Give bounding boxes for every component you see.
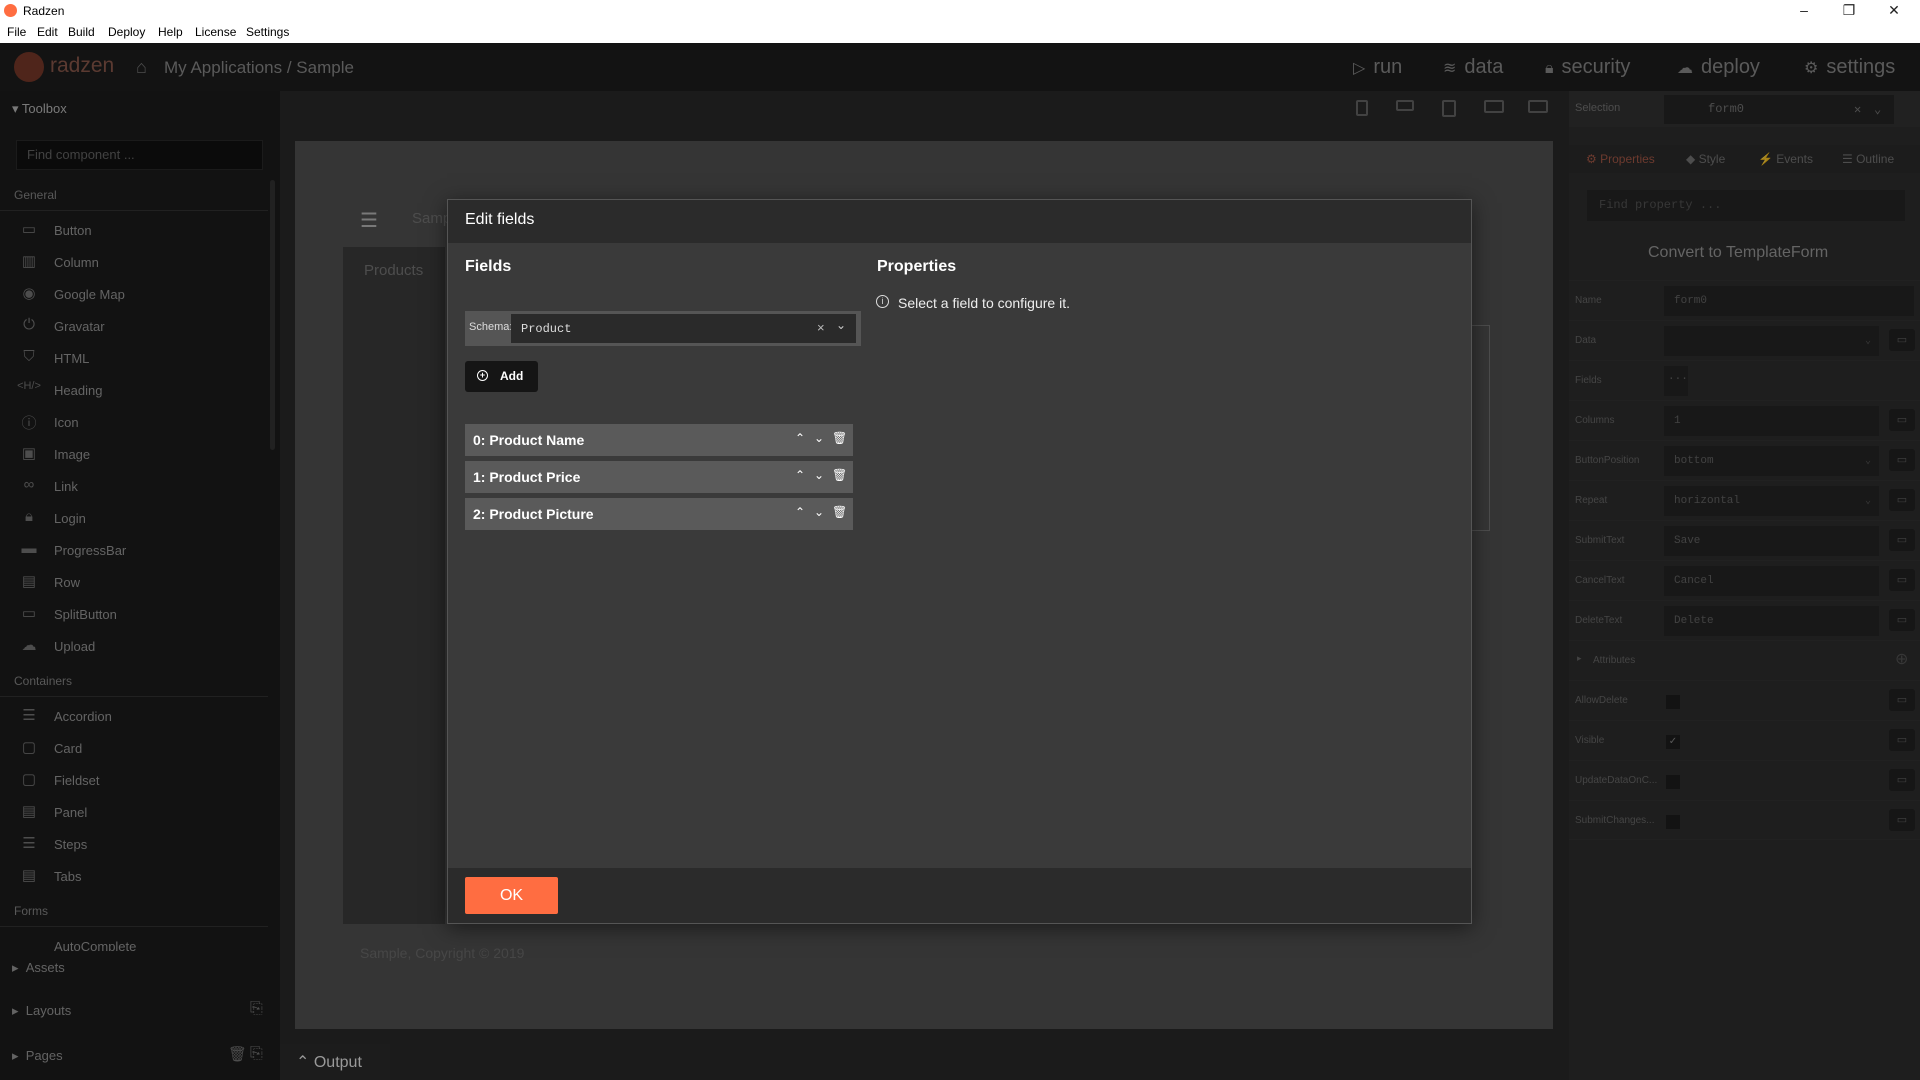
- fields-heading: Fields: [465, 258, 512, 275]
- maximize-button[interactable]: ❐: [1829, 2, 1869, 19]
- menu-settings[interactable]: Settings: [246, 25, 289, 39]
- menu-bar: File Edit Build Deploy Help License Sett…: [0, 22, 1920, 43]
- menu-edit[interactable]: Edit: [37, 25, 58, 39]
- move-down-icon[interactable]: ⌄: [814, 468, 824, 482]
- chevron-down-icon[interactable]: ⌄: [836, 318, 846, 332]
- menu-help[interactable]: Help: [158, 25, 183, 39]
- title-bar: Radzen – ❐ ✕: [0, 0, 1920, 22]
- menu-file[interactable]: File: [7, 25, 26, 39]
- trash-icon[interactable]: 🗑︎: [832, 431, 847, 445]
- menu-license[interactable]: License: [195, 25, 236, 39]
- output-label[interactable]: ⌃ Output: [296, 1052, 362, 1072]
- schema-label: Schema:: [469, 321, 513, 333]
- field-row[interactable]: 2: Product Picture ⌃ ⌄ 🗑︎: [465, 498, 853, 530]
- clear-icon[interactable]: ×: [817, 320, 825, 335]
- move-down-icon[interactable]: ⌄: [814, 505, 824, 519]
- move-up-icon[interactable]: ⌃: [795, 468, 805, 482]
- menu-deploy[interactable]: Deploy: [108, 25, 145, 39]
- info-icon: i: [876, 295, 889, 308]
- move-up-icon[interactable]: ⌃: [795, 431, 805, 445]
- minimize-button[interactable]: –: [1784, 2, 1824, 18]
- field-row[interactable]: 1: Product Price ⌃ ⌄ 🗑︎: [465, 461, 853, 493]
- move-down-icon[interactable]: ⌄: [814, 431, 824, 445]
- window-title: Radzen: [23, 4, 65, 18]
- trash-icon[interactable]: 🗑︎: [832, 505, 847, 519]
- dialog-footer: [448, 868, 1471, 923]
- close-window-button[interactable]: ✕: [1874, 2, 1914, 19]
- properties-heading: Properties: [877, 258, 957, 275]
- add-field-button[interactable]: + Add: [465, 361, 538, 392]
- move-up-icon[interactable]: ⌃: [795, 505, 805, 519]
- schema-select[interactable]: Product: [511, 314, 856, 343]
- menu-build[interactable]: Build: [68, 25, 95, 39]
- ok-button[interactable]: OK: [465, 877, 558, 914]
- plus-circle-icon: +: [477, 370, 488, 381]
- field-row[interactable]: 0: Product Name ⌃ ⌄ 🗑︎: [465, 424, 853, 456]
- trash-icon[interactable]: 🗑︎: [832, 468, 847, 482]
- dialog-header: [448, 200, 1471, 243]
- radzen-logo-icon: [4, 4, 17, 17]
- dialog-title: Edit fields: [465, 211, 535, 228]
- info-message: Select a field to configure it.: [898, 295, 1070, 311]
